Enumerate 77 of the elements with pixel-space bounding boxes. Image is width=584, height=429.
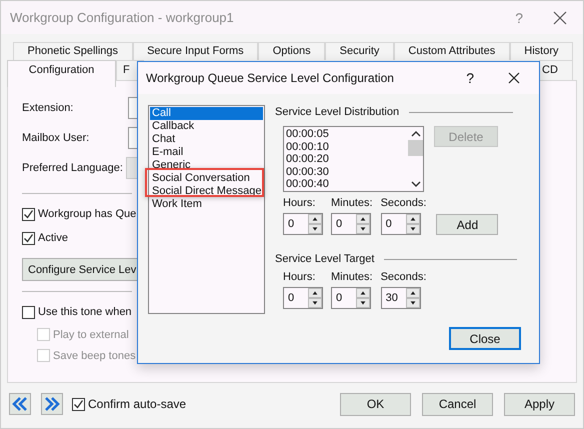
- tab[interactable]: History: [510, 42, 574, 60]
- scroll-down-icon[interactable]: [410, 180, 420, 188]
- dialog-button[interactable]: Apply: [504, 392, 575, 416]
- tab[interactable]: Custom Attributes: [394, 42, 510, 60]
- double-left-arrow-icon: [12, 397, 28, 411]
- number-field[interactable]: 30: [380, 287, 421, 309]
- number-field[interactable]: 0: [380, 213, 421, 235]
- previous-button[interactable]: [9, 393, 31, 415]
- spin-up-icon[interactable]: [308, 288, 322, 298]
- list-item[interactable]: 00:00:10: [286, 140, 406, 153]
- scroll-up-icon[interactable]: [410, 130, 420, 138]
- checkbox-label: Save beep tones: [53, 350, 136, 362]
- spin-up-icon[interactable]: [406, 214, 420, 224]
- spin-up-icon[interactable]: [406, 288, 420, 298]
- dialog-button[interactable]: OK: [340, 392, 411, 416]
- list-item[interactable]: Call: [150, 107, 263, 120]
- spin-down-icon[interactable]: [356, 224, 370, 234]
- checkbox-label: Active: [38, 232, 68, 244]
- list-item[interactable]: Social Direct Message: [150, 185, 263, 198]
- list-item[interactable]: 00:00:20: [286, 153, 406, 166]
- checkbox-label: Confirm auto-save: [88, 397, 186, 411]
- close-button[interactable]: Close: [449, 327, 521, 350]
- spinner-label: Minutes:: [331, 197, 373, 209]
- spinner-label: Hours:: [283, 271, 316, 283]
- number-field[interactable]: 0: [331, 213, 371, 235]
- checkbox-label: Workgroup has Que: [38, 208, 136, 220]
- checkbox[interactable]: [72, 398, 85, 410]
- list-item[interactable]: Callback: [150, 120, 263, 133]
- spinner-label: Minutes:: [331, 271, 373, 283]
- list-item[interactable]: 00:00:40: [286, 178, 406, 190]
- list-item[interactable]: Work Item: [150, 198, 263, 211]
- checkbox-label: Use this tone when: [38, 306, 132, 318]
- window-title: Workgroup Configuration - workgroup1: [10, 10, 235, 25]
- double-right-arrow-icon: [44, 397, 60, 411]
- checkbox[interactable]: [22, 208, 35, 220]
- spinner-label: Seconds:: [380, 271, 426, 283]
- list-item[interactable]: Chat: [150, 133, 263, 146]
- checkbox-label: Play to external: [53, 328, 129, 340]
- spin-up-icon[interactable]: [308, 214, 322, 224]
- spin-down-icon[interactable]: [406, 224, 420, 234]
- tab[interactable]: Phonetic Spellings: [13, 42, 133, 60]
- tab[interactable]: Secure Input Forms: [132, 42, 258, 60]
- tab[interactable]: CD: [539, 60, 573, 80]
- help-button[interactable]: ?: [466, 70, 474, 86]
- list-item[interactable]: 00:00:05: [286, 128, 406, 140]
- close-icon[interactable]: [553, 10, 567, 24]
- spinner-label: Hours:: [283, 197, 316, 209]
- spin-up-icon[interactable]: [356, 214, 370, 224]
- checkbox[interactable]: [22, 232, 35, 244]
- spin-down-icon[interactable]: [356, 298, 370, 308]
- number-field[interactable]: 0: [283, 213, 323, 235]
- spin-down-icon[interactable]: [308, 298, 322, 308]
- dialog-title: Workgroup Queue Service Level Configuration: [146, 71, 395, 85]
- checkbox[interactable]: [22, 306, 35, 318]
- number-field[interactable]: 0: [283, 287, 323, 309]
- field-label: Mailbox User:: [22, 132, 90, 144]
- next-button[interactable]: [41, 393, 63, 415]
- number-field[interactable]: 0: [331, 287, 371, 309]
- group-heading: Service Level Target: [275, 253, 374, 265]
- spinner-label: Seconds:: [380, 197, 426, 209]
- field-label: Preferred Language:: [22, 162, 124, 174]
- field-label: Extension:: [22, 102, 74, 114]
- list-item[interactable]: Generic: [150, 159, 263, 172]
- tab[interactable]: Options: [258, 42, 326, 60]
- tab[interactable]: Security: [325, 42, 394, 60]
- list-item[interactable]: E-mail: [150, 146, 263, 159]
- dialog-button[interactable]: Cancel: [422, 392, 493, 416]
- list-box[interactable]: Call Callback Chat E-mail Generic Social Conversation Social Direct Message Work Item: [148, 105, 265, 314]
- spin-down-icon[interactable]: [406, 298, 420, 308]
- list-box[interactable]: 00:00:05 00:00:10 00:00:20 00:00:30 00:00:40: [283, 126, 424, 192]
- list-item[interactable]: 00:00:30: [286, 166, 406, 178]
- add-button[interactable]: Add: [436, 214, 498, 235]
- spin-down-icon[interactable]: [308, 224, 322, 234]
- spin-up-icon[interactable]: [356, 288, 370, 298]
- group-heading: Service Level Distribution: [275, 106, 400, 118]
- close-icon[interactable]: [508, 72, 520, 84]
- tab[interactable]: Configuration: [7, 60, 116, 87]
